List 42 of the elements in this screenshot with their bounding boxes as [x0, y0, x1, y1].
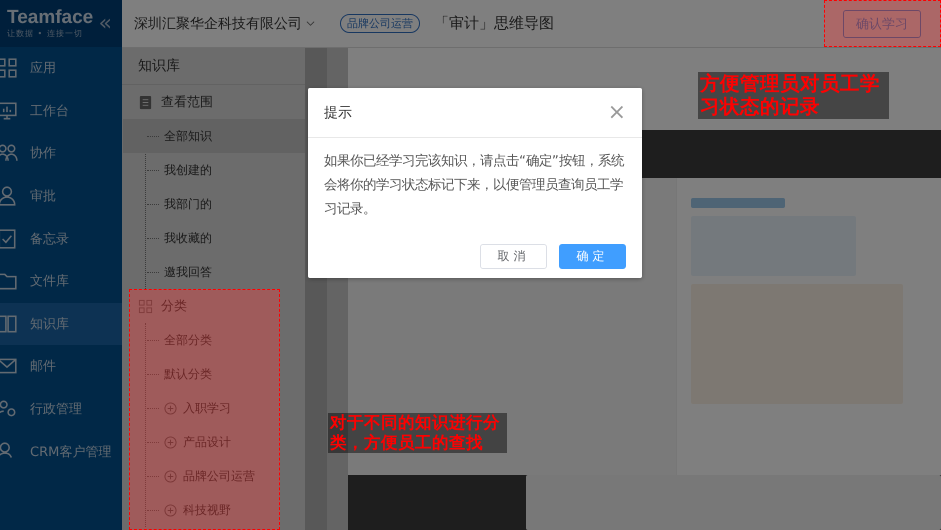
sidebar-item[interactable]: 备忘录: [0, 217, 122, 260]
ok-button[interactable]: 确定: [559, 244, 626, 269]
dialog-message: 如果你已经学习完该知识，请点击“确定”按钮，系统会将你的学习状态标记下来，以便管理员查询员工学习记录。: [323, 152, 626, 219]
logo-text: Teamface: [7, 8, 94, 28]
company-selector[interactable]: 深圳汇聚华企科技有限公司: [134, 14, 302, 32]
tree-item[interactable]: 我创建的: [123, 153, 305, 187]
tree-item[interactable]: 邀我回答: [123, 255, 305, 289]
tree-item[interactable]: 我收藏的: [123, 221, 305, 255]
sidebar-item[interactable]: 行政管理: [0, 388, 122, 430]
sidebar-item[interactable]: 邮件: [0, 345, 122, 388]
book-icon: [0, 312, 18, 335]
grid-icon: [138, 298, 153, 314]
plus-circle-icon[interactable]: [164, 470, 177, 482]
plus-circle-icon[interactable]: [164, 402, 177, 414]
collapse-icon[interactable]: «: [98, 12, 112, 34]
cancel-button[interactable]: 取消: [480, 244, 547, 269]
category-tag: 品牌公司运营: [340, 14, 420, 33]
close-icon[interactable]: ×: [608, 102, 626, 124]
sidebar-item[interactable]: 文件库: [0, 260, 122, 303]
sidebar-item[interactable]: 工作台: [0, 90, 122, 132]
document-icon: [138, 94, 153, 110]
dialog-title: 提示: [324, 104, 352, 122]
tree-item[interactable]: 全部知识: [123, 119, 305, 153]
person-icon: [0, 185, 18, 208]
confirm-study-button[interactable]: 确认学习: [843, 10, 921, 38]
plus-circle-icon[interactable]: [164, 436, 177, 448]
tree-section[interactable]: 查看范围: [122, 85, 305, 119]
slogan: 让数据 • 连接一切: [7, 28, 84, 39]
tree-item[interactable]: 我部门的: [123, 187, 305, 221]
monitor-icon: [0, 100, 18, 122]
sidebar-item[interactable]: 应用: [0, 47, 122, 90]
document-title: 「审计」思维导图: [434, 14, 555, 33]
sidebar-item[interactable]: 知识库: [0, 302, 122, 346]
note-icon: [0, 228, 18, 250]
sidebar-item[interactable]: 审批: [0, 174, 122, 218]
sidebar-item[interactable]: CRM客户管理: [0, 430, 122, 473]
chevron-down-icon[interactable]: [306, 19, 315, 28]
grid-icon: [0, 57, 18, 80]
annotation-text: 对于不同的知识进行分类，方便员工的查找: [330, 413, 500, 452]
plus-circle-icon[interactable]: [164, 504, 177, 516]
sidebar-item[interactable]: 协作: [0, 132, 122, 175]
annotation-text: 方便管理员对员工学习状态的记录: [700, 72, 880, 118]
